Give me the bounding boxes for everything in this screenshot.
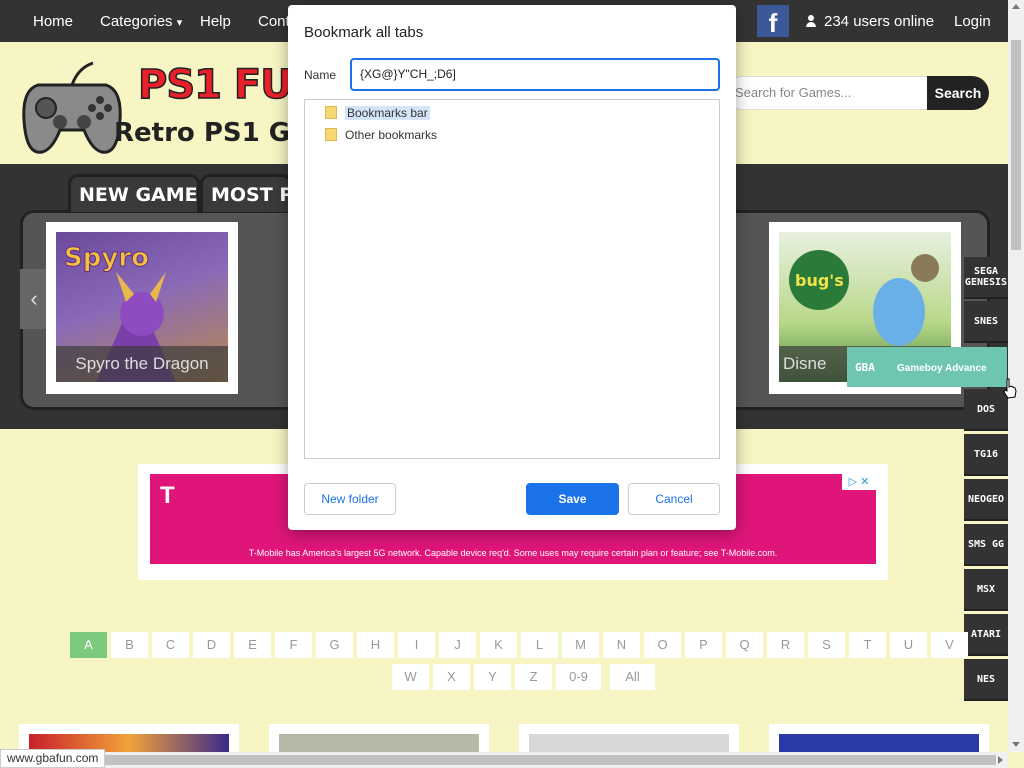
scrollbar-thumb[interactable]: [1011, 40, 1021, 250]
letter-filter-s[interactable]: S: [808, 632, 845, 658]
svg-text:bug's: bug's: [795, 271, 844, 290]
letter-filter-h[interactable]: H: [357, 632, 394, 658]
letter-filter-z[interactable]: Z: [515, 664, 552, 690]
gamepad-logo-icon[interactable]: [18, 60, 126, 160]
search-input[interactable]: Search for Games...: [726, 76, 928, 110]
status-bar-url: www.gbafun.com: [0, 749, 106, 768]
console-msx[interactable]: MSX: [964, 569, 1008, 611]
letter-filter-0-9[interactable]: 0-9: [556, 664, 601, 690]
scroll-down-icon[interactable]: [1012, 742, 1020, 747]
folder-icon: [325, 128, 337, 141]
letter-filter-o[interactable]: O: [644, 632, 681, 658]
save-button[interactable]: Save: [526, 483, 619, 515]
svg-text:Spyro: Spyro: [64, 243, 149, 273]
letter-filter-k[interactable]: K: [480, 632, 517, 658]
letter-filter-v[interactable]: V: [931, 632, 968, 658]
game-thumbnail[interactable]: [769, 724, 989, 754]
letter-filter-j[interactable]: J: [439, 632, 476, 658]
scroll-right-icon[interactable]: [998, 756, 1003, 764]
letter-filter-all[interactable]: All: [610, 664, 655, 690]
letter-filter-p[interactable]: P: [685, 632, 722, 658]
console-nes[interactable]: NES: [964, 659, 1008, 701]
console-gba[interactable]: GBA Gameboy Advance: [847, 347, 1007, 387]
game-card[interactable]: Spyro Spyro the Dragon: [46, 222, 238, 394]
folder-tree: Bookmarks bar Other bookmarks: [304, 99, 720, 459]
letter-filter-l[interactable]: L: [521, 632, 558, 658]
horizontal-scrollbar[interactable]: [0, 752, 1008, 768]
game-thumbnail[interactable]: [519, 724, 739, 754]
nav-login[interactable]: Login: [954, 13, 991, 30]
letter-filter-y[interactable]: Y: [474, 664, 511, 690]
tmobile-logo-icon: T: [160, 482, 175, 509]
nav-categories[interactable]: Categories ▾: [100, 13, 182, 30]
console-sms-gg[interactable]: SMS GG: [964, 524, 1008, 566]
letter-filter-x[interactable]: X: [433, 664, 470, 690]
game-thumbnail[interactable]: Spyro Spyro the Dragon: [56, 232, 228, 382]
console-atari[interactable]: ATARI: [964, 614, 1008, 656]
nav-home[interactable]: Home: [33, 13, 73, 30]
bookmark-name-input[interactable]: {XG@}Y"CH_;D6]: [350, 58, 720, 91]
letter-filter-g[interactable]: G: [316, 632, 353, 658]
folder-label: Other bookmarks: [345, 128, 438, 142]
console-gba-label: Gameboy Advance: [897, 363, 987, 374]
letter-filter-t[interactable]: T: [849, 632, 886, 658]
letter-filter-r[interactable]: R: [767, 632, 804, 658]
folder-bookmarks-bar[interactable]: Bookmarks bar: [325, 104, 430, 122]
game-thumbnail[interactable]: [269, 724, 489, 754]
nav-contact[interactable]: Cont: [258, 13, 290, 30]
letter-filter-n[interactable]: N: [603, 632, 640, 658]
console-gba-abbr: GBA: [855, 361, 875, 374]
hand-cursor-icon: [1003, 378, 1017, 399]
facebook-icon[interactable]: f: [757, 5, 789, 38]
letter-filter-b[interactable]: B: [111, 632, 148, 658]
letter-filter-i[interactable]: I: [398, 632, 435, 658]
letter-filter-c[interactable]: C: [152, 632, 189, 658]
carousel-prev-button[interactable]: ‹: [20, 269, 48, 329]
letter-filter-m[interactable]: M: [562, 632, 599, 658]
bookmark-all-tabs-dialog: Bookmark all tabs Name {XG@}Y"CH_;D6] Bo…: [288, 5, 736, 530]
console-sega-genesis[interactable]: SEGA GENESIS: [964, 257, 1008, 299]
vertical-scrollbar[interactable]: [1008, 0, 1024, 752]
console-dos[interactable]: DOS: [964, 389, 1008, 431]
letter-filter-a[interactable]: A: [70, 632, 107, 658]
console-tg16[interactable]: TG16: [964, 434, 1008, 476]
letter-filter-w[interactable]: W: [392, 664, 429, 690]
nav-help[interactable]: Help: [200, 13, 231, 30]
folder-other-bookmarks[interactable]: Other bookmarks: [325, 126, 437, 144]
search-button[interactable]: Search: [927, 76, 989, 110]
scroll-up-icon[interactable]: [1012, 4, 1020, 9]
folder-label: Bookmarks bar: [345, 106, 430, 120]
tab-most-played[interactable]: MOST PL: [200, 174, 292, 212]
ad-disclaimer: T-Mobile has America's largest 5G networ…: [248, 548, 778, 558]
new-folder-button[interactable]: New folder: [304, 483, 396, 515]
letter-filter-f[interactable]: F: [275, 632, 312, 658]
game-title: Spyro the Dragon: [56, 346, 228, 382]
cancel-button[interactable]: Cancel: [628, 483, 720, 515]
tab-new-games[interactable]: NEW GAMES: [68, 174, 200, 212]
user-icon: [806, 15, 816, 27]
console-snes[interactable]: SNES: [964, 301, 1008, 343]
scrollbar-thumb[interactable]: [16, 755, 996, 765]
folder-icon: [325, 106, 337, 119]
letter-filter-d[interactable]: D: [193, 632, 230, 658]
letter-filter-e[interactable]: E: [234, 632, 271, 658]
letter-filter-u[interactable]: U: [890, 632, 927, 658]
console-neogeo[interactable]: NEOGEO: [964, 479, 1008, 521]
dialog-title: Bookmark all tabs: [304, 24, 424, 41]
chevron-down-icon: ▾: [176, 17, 183, 29]
ad-choices-icon[interactable]: ▷ ✕: [842, 474, 876, 490]
letter-filter-q[interactable]: Q: [726, 632, 763, 658]
name-label: Name: [304, 68, 337, 82]
users-online: 234 users online: [806, 13, 934, 30]
